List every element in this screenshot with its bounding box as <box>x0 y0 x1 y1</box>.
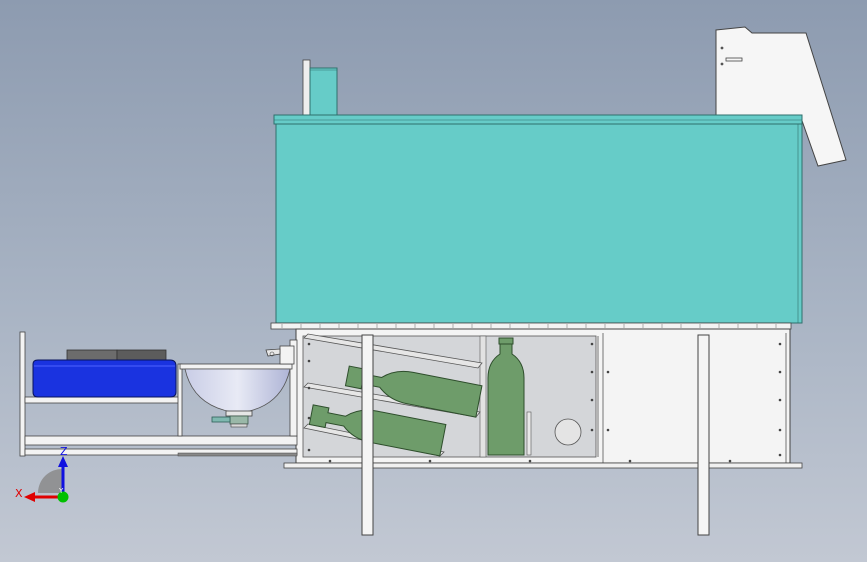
blue-tray <box>32 349 177 398</box>
round-port <box>554 418 582 446</box>
leg-front <box>361 334 374 536</box>
tank-top-lip <box>273 114 803 125</box>
drain-fitting <box>229 415 249 425</box>
faucet <box>265 345 295 365</box>
vent-chimney <box>302 59 338 116</box>
x-axis-arrow <box>24 492 35 502</box>
z-axis-label: Z <box>60 445 68 458</box>
x-axis-label: X <box>15 487 23 500</box>
y-axis-label: Y <box>58 487 64 495</box>
leg-rear <box>697 334 710 536</box>
tank-body <box>275 123 803 324</box>
basin <box>179 363 293 428</box>
cad-viewport[interactable]: Z X Y <box>0 0 867 562</box>
main-tank <box>273 114 803 324</box>
cad-drawing: Z X Y <box>15 26 847 536</box>
tank-base-rail <box>270 322 792 330</box>
